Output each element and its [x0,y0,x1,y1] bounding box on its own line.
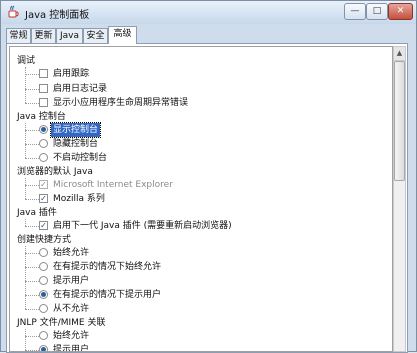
radio-button[interactable] [39,290,48,299]
shortcut-prompt-user[interactable]: 提示用户 [10,274,390,288]
checkbox[interactable] [39,84,48,93]
checkbox: ✓ [39,180,48,189]
checkbox[interactable] [39,69,48,78]
scrollbar-thumb[interactable] [394,61,405,181]
advanced-panel: 调试 启用跟踪 启用日志记录 显示小应用程序生命周期异常错误 Java 控制台 [6,43,408,353]
section-shortcut-title: 创建快捷方式 [17,235,72,245]
close-button[interactable]: ✕ [388,3,413,20]
tab-update[interactable]: 更新 [31,28,56,43]
tab-security[interactable]: 安全 [83,28,108,43]
section-plugin-title: Java 插件 [17,208,57,218]
plugin-enable-next-generation[interactable]: ✓ 启用下一代 Java 插件 (需要重新启动浏览器) [10,219,390,233]
debug-enable-logging[interactable]: 启用日志记录 [10,82,390,96]
radio-button[interactable] [39,248,48,257]
debug-show-applet-lifecycle-exceptions[interactable]: 显示小应用程序生命周期异常错误 [10,96,390,110]
console-do-not-start[interactable]: 不启动控制台 [10,151,390,165]
radio-button[interactable] [39,139,48,148]
tab-general[interactable]: 常规 [6,28,31,43]
section-debug-title: 调试 [17,56,36,66]
maximize-button[interactable]: □ [366,3,388,20]
jnlp-always-allow[interactable]: 始终允许 [10,329,390,343]
radio-button[interactable] [39,153,48,162]
section-console-title: Java 控制台 [17,112,66,122]
radio-button[interactable] [39,125,48,134]
java-cup-icon [8,5,19,18]
tab-java[interactable]: Java [56,28,83,43]
shortcut-always-allow[interactable]: 始终允许 [10,246,390,260]
title-bar[interactable]: Java 控制面板 — □ ✕ [1,1,416,24]
checkbox[interactable]: ✓ [39,221,48,230]
settings-tree[interactable]: 调试 启用跟踪 启用日志记录 显示小应用程序生命周期异常错误 Java 控制台 [9,46,393,352]
scroll-up-arrow-icon[interactable]: ▲ [394,47,405,61]
vertical-scrollbar[interactable]: ▲ [393,46,406,352]
radio-button[interactable] [39,262,48,271]
section-browser-title: 浏览器的默认 Java [17,167,93,177]
shortcut-prompt-user-if-hinted[interactable]: 在有提示的情况下提示用户 [10,288,390,302]
checkbox[interactable] [39,98,48,107]
radio-button[interactable] [39,276,48,285]
radio-button[interactable] [39,331,48,340]
browser-internet-explorer: ✓ Microsoft Internet Explorer [39,180,173,190]
shortcut-always-allow-if-hinted[interactable]: 在有提示的情况下始终允许 [10,260,390,274]
browser-mozilla[interactable]: ✓ Mozilla 系列 [10,192,390,206]
shortcut-never-allow[interactable]: 从不允许 [10,302,390,316]
section-jnlp-title: JNLP 文件/MIME 关联 [17,318,106,328]
radio-button[interactable] [39,345,48,351]
jnlp-prompt-user[interactable]: 提示用户 [10,343,390,351]
checkbox[interactable]: ✓ [39,194,48,203]
window-title: Java 控制面板 [25,10,90,21]
tab-advanced[interactable]: 高级 [108,26,137,44]
console-hide[interactable]: 隐藏控制台 [10,137,390,151]
debug-enable-tracing[interactable]: 启用跟踪 [10,67,390,81]
minimize-button[interactable]: — [344,3,366,20]
radio-button[interactable] [39,304,48,313]
java-control-panel-window: Java 控制面板 — □ ✕ 常规 更新 Java 安全 高级 调试 启用跟踪… [0,0,417,353]
console-show[interactable]: 显示控制台 [10,122,390,138]
